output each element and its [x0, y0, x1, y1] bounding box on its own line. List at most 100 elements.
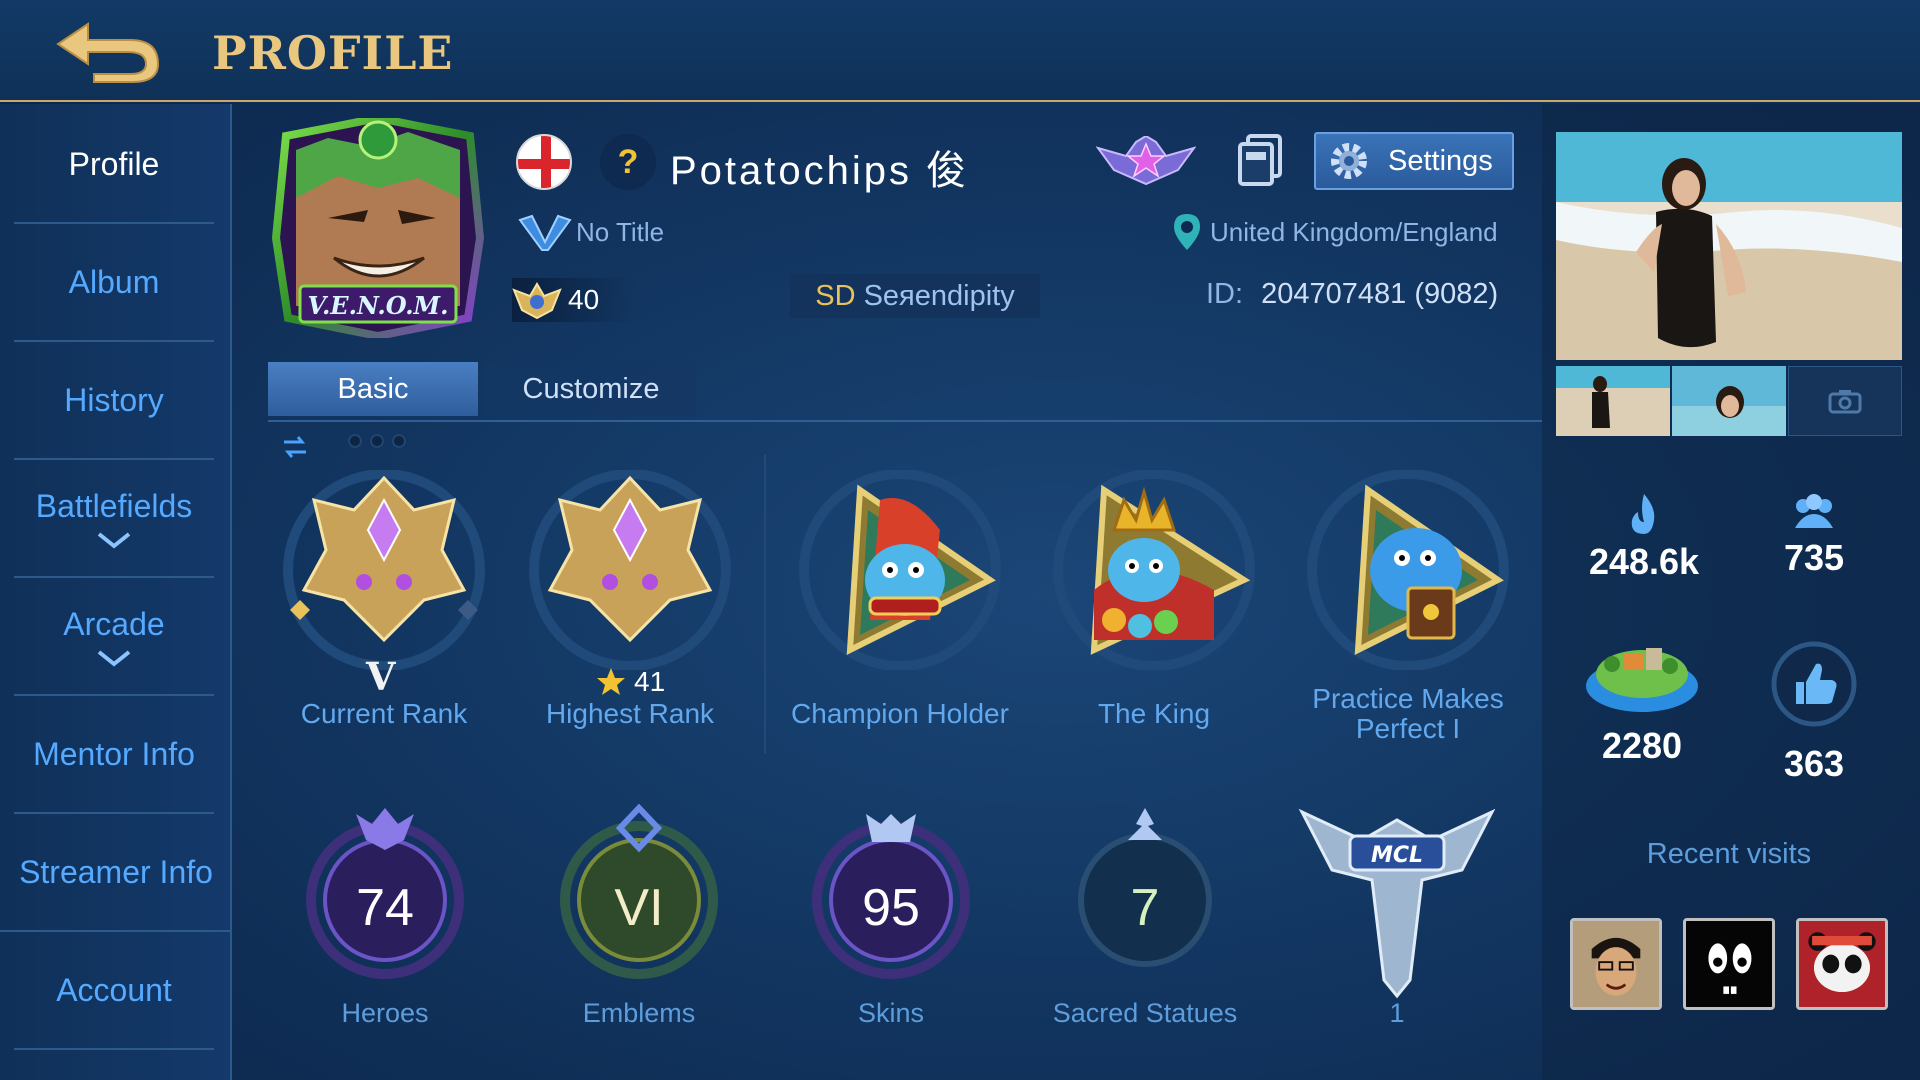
sidebar-item-album[interactable]: Album	[14, 224, 214, 342]
tab-label: Basic	[337, 372, 409, 405]
achievement-caption: Current Rank	[300, 698, 468, 729]
sidebar-item-arcade[interactable]: Arcade	[14, 578, 214, 696]
flame-icon	[1631, 494, 1655, 534]
stat-value: 74	[356, 879, 414, 937]
divider	[764, 454, 766, 754]
the-king-icon	[1053, 470, 1255, 670]
sidebar-item-history[interactable]: History	[14, 342, 214, 460]
visitor-avatar-1[interactable]	[1570, 918, 1662, 1010]
page-dot	[370, 434, 384, 448]
mythic-rank-icon	[283, 470, 485, 670]
player-id: ID: 204707481 (9082)	[1206, 278, 1498, 311]
chevron-down-icon	[97, 531, 131, 549]
stat-label: Heroes	[341, 998, 429, 1028]
achievement-champion-holder[interactable]: Champion Holder	[780, 470, 1020, 760]
squad-name: Seяendipity	[863, 279, 1015, 312]
visitor-avatar-3[interactable]	[1796, 918, 1888, 1010]
add-photo-button[interactable]	[1788, 366, 1902, 436]
stat-label: Sacred Statues	[1052, 998, 1238, 1028]
squad-tag: SD	[815, 279, 856, 312]
star-icon	[597, 668, 625, 695]
stat-skins[interactable]: 95 Skins	[786, 800, 996, 1040]
help-icon[interactable]: ?	[600, 134, 656, 190]
stars-count: 41	[634, 666, 666, 697]
id-label: ID:	[1206, 278, 1244, 310]
sidebar: Profile Album History Battlefields Arcad…	[0, 104, 232, 1080]
popularity-value: 248.6k	[1588, 541, 1700, 582]
achievement-caption: Champion Holder	[791, 698, 1009, 729]
mythic-rank-icon	[529, 470, 731, 670]
location-text: United Kingdom/England	[1210, 216, 1498, 247]
sidebar-item-label: Profile	[68, 145, 160, 182]
sidebar-item-account[interactable]: Account	[14, 932, 214, 1050]
stat-label: 1	[1389, 998, 1405, 1028]
squad-badge[interactable]: SD Seяendipity	[790, 274, 1040, 318]
sidebar-item-label: History	[64, 381, 164, 418]
island-stat[interactable]: 2280	[1562, 628, 1722, 767]
swap-icon[interactable]	[280, 432, 310, 462]
achievement-caption: The King	[1097, 698, 1211, 729]
tab-customize[interactable]: Customize	[486, 362, 696, 416]
cards-icon[interactable]	[1236, 134, 1284, 186]
star-rank-icon[interactable]	[1096, 136, 1196, 186]
player-title: No Title	[518, 212, 664, 252]
sidebar-item-label: Arcade	[63, 605, 165, 642]
stat-mcl[interactable]: MCL 1	[1292, 800, 1502, 1040]
stat-heroes[interactable]: 74 Heroes	[280, 800, 490, 1040]
achievement-the-king[interactable]: The King	[1034, 470, 1274, 760]
followers-stat[interactable]: 735	[1734, 492, 1894, 579]
sidebar-item-profile[interactable]: Profile	[14, 106, 214, 224]
id-value: 204707481 (9082)	[1261, 278, 1499, 310]
location-pin-icon	[1174, 214, 1200, 250]
album-thumb-2[interactable]	[1672, 366, 1786, 436]
stat-sacred-statues[interactable]: 7 Sacred Statues	[1040, 800, 1250, 1040]
avatar[interactable]: V.E.N.O.M.	[268, 118, 488, 338]
header-bar: PROFILE	[0, 0, 1920, 102]
settings-button[interactable]: Settings	[1314, 132, 1514, 190]
level-wings-icon	[512, 282, 562, 320]
sidebar-item-streamer-info[interactable]: Streamer Info	[0, 814, 232, 932]
album-thumb-1[interactable]	[1556, 366, 1670, 436]
page-dot	[392, 434, 406, 448]
album-photo-main[interactable]	[1556, 132, 1902, 360]
achievement-current-rank[interactable]: V Current Rank	[264, 470, 504, 760]
stat-value: VI	[614, 879, 664, 937]
sidebar-item-label: Mentor Info	[33, 735, 195, 772]
mcl-badge-icon: MCL	[1298, 808, 1496, 999]
sidebar-item-battlefields[interactable]: Battlefields	[14, 460, 214, 578]
highest-rank-stars: 41	[596, 666, 665, 698]
page-title: PROFILE	[212, 26, 454, 80]
title-badge-icon	[518, 214, 572, 251]
sidebar-item-label: Battlefields	[35, 487, 193, 524]
stat-emblems[interactable]: VI Emblems	[534, 800, 744, 1040]
champion-holder-icon	[799, 470, 1001, 670]
likes-stat[interactable]: 363	[1734, 640, 1894, 785]
profile-tabs: Basic Customize	[268, 362, 1542, 422]
stat-label: Emblems	[582, 998, 696, 1028]
sidebar-item-label: Album	[68, 263, 160, 300]
tab-basic[interactable]: Basic	[268, 362, 478, 416]
followers-value: 735	[1783, 537, 1845, 578]
level-value: 40	[568, 284, 600, 315]
sidebar-item-mentor-info[interactable]: Mentor Info	[14, 696, 214, 814]
stat-value: 7	[1130, 879, 1160, 937]
back-arrow-icon[interactable]	[50, 14, 168, 86]
player-location: United Kingdom/England	[1172, 212, 1498, 252]
camera-icon	[1828, 390, 1862, 414]
player-level: 40	[512, 278, 636, 322]
tab-label: Customize	[522, 372, 660, 405]
mcl-badge-text: MCL	[1371, 843, 1423, 868]
thumbs-up-icon	[1771, 641, 1857, 727]
achievement-practice-makes-perfect[interactable]: Practice Makes Perfect I	[1288, 470, 1528, 760]
player-name: Potatochips 俊	[670, 149, 970, 193]
flag-england-icon	[516, 134, 572, 190]
island-value: 2280	[1601, 725, 1683, 766]
avatar-text: V.E.N.O.M.	[308, 291, 449, 320]
stat-label: Skins	[857, 998, 925, 1028]
page-dot	[348, 434, 362, 448]
visitor-avatar-2[interactable]	[1683, 918, 1775, 1010]
popularity-stat[interactable]: 248.6k	[1564, 492, 1724, 583]
achievement-caption: Highest Rank	[545, 698, 715, 729]
chevron-down-icon	[97, 649, 131, 667]
achievement-highest-rank[interactable]: 41 Highest Rank	[510, 470, 750, 760]
